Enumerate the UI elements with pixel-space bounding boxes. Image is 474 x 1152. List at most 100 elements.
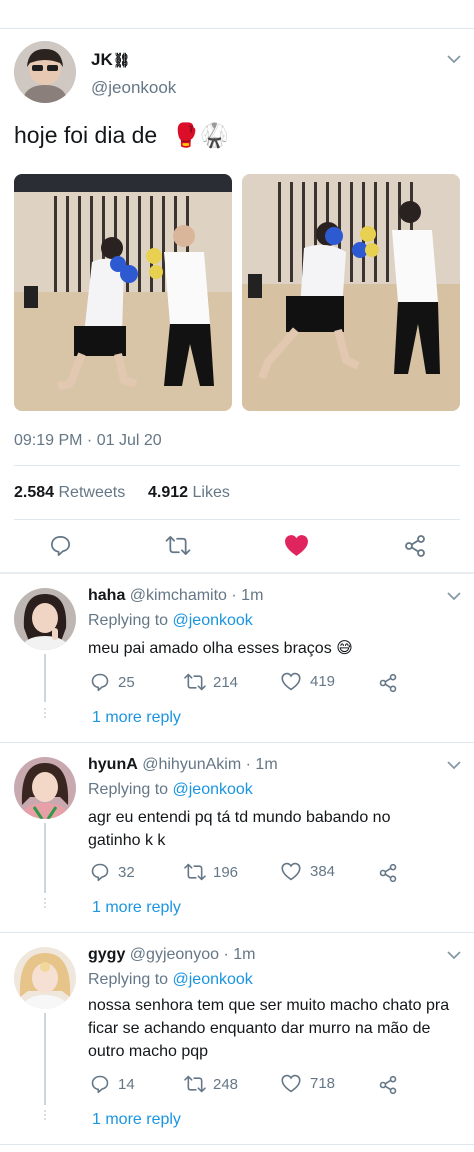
retweet-icon[interactable] [164,534,192,557]
reply-icon [91,863,109,882]
replying-to-link[interactable]: @jeonkook [173,612,253,629]
reply-3-header: gygy @gyjeonyoo · 1m [88,946,255,964]
replying-to-link[interactable]: @jeonkook [173,781,253,798]
share-icon[interactable] [378,1075,398,1095]
reply-3-name[interactable]: gygy [88,946,125,963]
reply-2-header: hyunA @hihyunAkim · 1m [88,756,278,774]
reply-3-retweet-action[interactable]: 248 [183,1074,238,1094]
retweet-count: 248 [213,1075,239,1093]
reply-1-avatar[interactable] [14,588,76,650]
avatar-photo [14,757,76,819]
reply-2-like-action[interactable]: 384 [281,862,335,881]
boxing-emoji-icon: 🥊🥋 [171,122,229,148]
thread-line [44,654,46,702]
tweet-author-name[interactable]: JK⛓ [91,50,131,70]
like-count: 384 [310,863,336,880]
chevron-down-icon[interactable] [447,951,461,960]
reply-3-more-replies-link[interactable]: 1 more reply [92,1111,181,1129]
boxing-photo-2 [242,174,460,411]
retweet-icon [184,1075,206,1093]
retweet-icon [184,673,206,691]
reply-1-handle[interactable]: @kimchamito [130,587,227,604]
avatar-photo [14,41,76,103]
top-divider [0,28,474,29]
retweets-count: 2.584 [14,484,55,501]
like-icon [281,672,301,691]
retweet-count: 214 [213,673,239,691]
chevron-down-icon[interactable] [447,592,461,601]
reply-1-like-action[interactable]: 419 [281,672,335,691]
reply-2-replying: Replying to @jeonkook [88,781,253,799]
thread-line [44,823,46,893]
stats-bottom-divider [14,519,460,520]
reply-icon [91,1075,109,1094]
share-icon[interactable] [403,534,427,558]
thread-dots [43,708,47,720]
reply-1-retweet-action[interactable]: 214 [183,672,238,692]
chevron-down-icon[interactable] [447,55,461,64]
like-count: 718 [310,1075,336,1092]
reply-divider [0,932,474,933]
like-icon [281,862,301,881]
reply-2-avatar[interactable] [14,757,76,819]
reply-2-reply-action[interactable]: 32 [90,862,135,882]
reply-2-handle[interactable]: @hihyunAkim [142,756,241,773]
reply-count: 32 [118,863,135,881]
stats-top-divider [14,465,460,466]
share-icon[interactable] [378,863,398,883]
chain-emoji-icon: ⛓ [112,52,131,68]
reply-1-text: meu pai amado olha esses braços 😅 [88,640,353,657]
reply-1-replying: Replying to @jeonkook [88,612,253,630]
reply-1-reply-action[interactable]: 25 [90,672,135,692]
like-count: 419 [310,673,336,690]
tweet-text-body: hoje foi dia de [14,122,158,148]
reply-1-name[interactable]: haha [88,587,125,604]
share-icon[interactable] [378,673,398,693]
thread-line [44,1013,46,1105]
chevron-down-icon[interactable] [447,761,461,770]
reply-3-handle[interactable]: @gyjeonyoo [130,946,219,963]
reply-2-text: agr eu entendi pq tá td mundo babando no… [88,809,391,849]
retweet-count: 196 [213,863,239,881]
tweet-text: hoje foi dia de 🥊🥋 [14,122,229,149]
reply-icon [91,673,109,692]
likes-label: Likes [192,484,230,501]
reply-count: 14 [118,1075,135,1093]
likes-count: 4.912 [148,484,189,501]
like-filled-icon[interactable] [284,534,309,557]
retweets-label: Retweets [58,484,126,501]
thread-dots [43,1110,47,1122]
reply-1-header: haha @kimchamito · 1m [88,587,263,605]
reply-1-more-replies-link[interactable]: 1 more reply [92,709,181,727]
reply-2-name[interactable]: hyunA [88,756,138,773]
reply-3-text: nossa senhora tem que ser muito macho ch… [88,997,450,1060]
reply-3-like-action[interactable]: 718 [281,1074,335,1093]
retweet-icon [184,863,206,881]
reply-3-reply-action[interactable]: 14 [90,1074,135,1094]
reply-3-avatar[interactable] [14,947,76,1009]
avatar-photo [14,947,76,1009]
retweets-stat[interactable]: 2.584 Retweets [14,484,125,502]
likes-stat[interactable]: 4.912 Likes [148,484,230,502]
tweet-photo-2[interactable] [242,174,460,411]
tweet-timestamp[interactable]: 09:19 PM · 01 Jul 20 [14,432,162,450]
replying-to-label: Replying to [88,612,169,629]
like-icon [281,1074,301,1093]
tweet-photo-1[interactable] [14,174,232,411]
reply-icon[interactable] [49,534,72,557]
reply-1-time: · 1m [231,587,264,604]
thread-dots [43,898,47,910]
replying-to-label: Replying to [88,781,169,798]
replying-to-link[interactable]: @jeonkook [173,971,253,988]
reply-divider [0,1144,474,1145]
reply-3-replying: Replying to @jeonkook [88,971,253,989]
tweet-author-avatar[interactable] [14,41,76,103]
reply-2-more-replies-link[interactable]: 1 more reply [92,899,181,917]
replying-to-label: Replying to [88,971,169,988]
boxing-photo-1 [14,174,232,411]
reply-3-time: · 1m [223,946,256,963]
tweet-author-handle[interactable]: @jeonkook [91,78,176,98]
reply-count: 25 [118,673,135,691]
reply-2-retweet-action[interactable]: 196 [183,862,238,882]
avatar-photo [14,588,76,650]
